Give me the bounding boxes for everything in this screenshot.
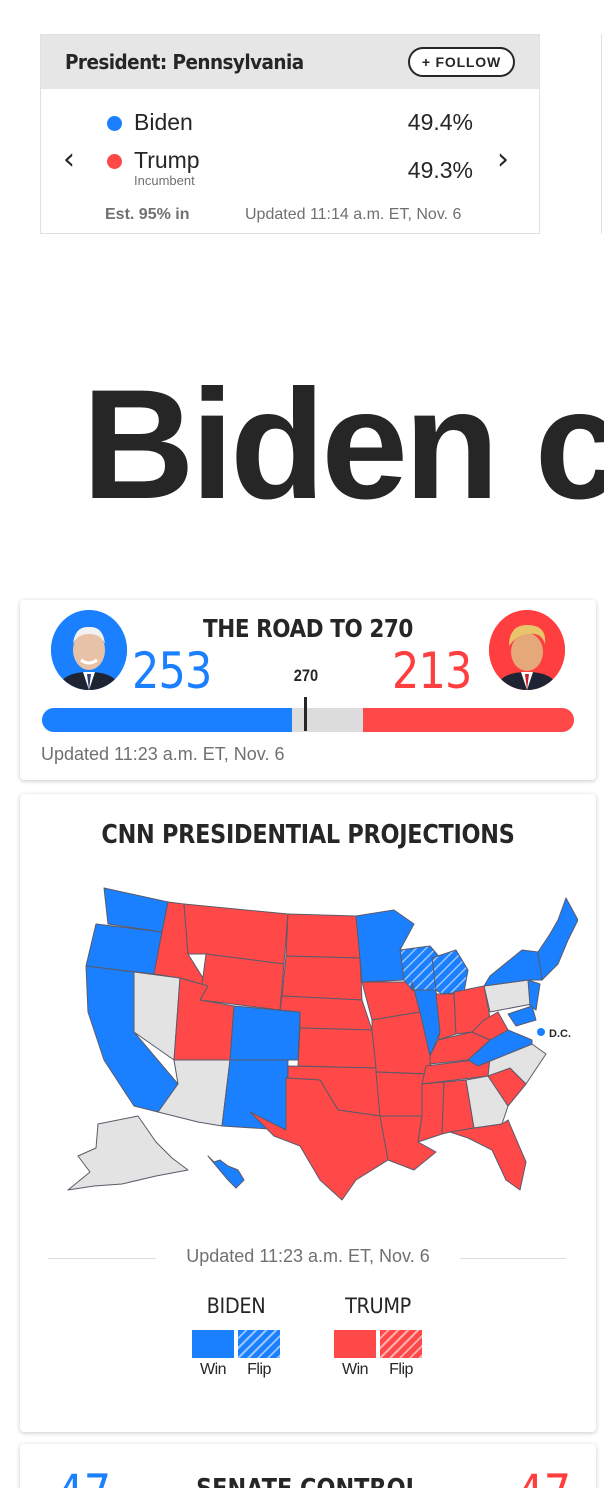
candidate-name: Trump — [134, 147, 200, 173]
candidate-percent: 49.4% — [407, 109, 473, 135]
legend-trump-name: TRUMP — [345, 1294, 411, 1318]
biden-electoral-votes: 253 — [132, 642, 212, 700]
candidate-percent: 49.3% — [407, 157, 473, 183]
follow-button[interactable]: + FOLLOW — [407, 47, 515, 77]
estimated-reporting: Est. 95% in — [105, 206, 190, 223]
senate-rep-seats: 47 — [516, 1464, 571, 1488]
projections-title: CNN PRESIDENTIAL PROJECTIONS — [101, 820, 515, 850]
state-results-body: ‹ › Biden 49.4% Trump Incumbent 49.3% Es… — [41, 89, 539, 233]
candidate-dot-icon — [107, 116, 122, 131]
dc-label: D.C. — [549, 1028, 571, 1040]
trump-avatar — [489, 610, 565, 690]
trump-win-label: Win — [341, 1361, 369, 1378]
biden-flip-label: Flip — [247, 1361, 271, 1378]
legend-trump: TRUMP Win Flip — [332, 1294, 424, 1379]
senate-control-title: SENATE CONTROL — [60, 1474, 555, 1488]
road-to-270-title: THE ROAD TO 270 — [203, 614, 413, 643]
map-updated-time: Updated 11:23 a.m. ET, Nov. 6 — [186, 1246, 430, 1266]
biden-flip-swatch — [238, 1330, 280, 1358]
road-to-270-card[interactable]: THE ROAD TO 270 253 270 213 Updated 11:2… — [20, 600, 596, 780]
trump-electoral-votes: 213 — [392, 642, 472, 700]
legend-biden: BIDEN Win Flip — [190, 1294, 282, 1379]
state-sd — [281, 955, 363, 1001]
chevron-right-icon[interactable]: › — [497, 145, 509, 175]
state-hi — [207, 1155, 245, 1189]
state-or — [85, 923, 163, 975]
candidate-row-trump: Trump Incumbent 49.3% — [107, 147, 473, 188]
biden-win-label: Win — [199, 1361, 227, 1378]
road-updated-time: Updated 11:23 a.m. ET, Nov. 6 — [41, 744, 285, 764]
trump-flip-swatch — [380, 1330, 422, 1358]
state-new-england — [537, 897, 578, 981]
legend-biden-name: BIDEN — [206, 1294, 266, 1318]
state-nj — [527, 979, 541, 1011]
candidate-dot-icon — [107, 154, 122, 169]
trump-progress-fill — [363, 708, 574, 732]
state-results-footer: Est. 95% in Updated 11:14 a.m. ET, Nov. … — [105, 206, 461, 224]
candidate-name: Biden — [134, 109, 193, 135]
270-marker — [304, 697, 307, 731]
page-headline[interactable]: Biden c — [82, 352, 604, 539]
state-results-title: President: Pennsylvania — [65, 50, 304, 74]
us-electoral-map[interactable]: D.C. — [38, 880, 578, 1210]
dc-marker — [537, 1028, 545, 1036]
electoral-progress-bar — [42, 708, 574, 732]
state-results-widget: President: Pennsylvania + FOLLOW ‹ › Bid… — [40, 34, 540, 234]
trump-flip-label: Flip — [389, 1361, 413, 1378]
state-ks — [297, 1027, 377, 1069]
biden-win-swatch — [192, 1330, 234, 1358]
state-mi — [431, 949, 469, 995]
state-ny — [483, 949, 543, 987]
state-wy — [199, 953, 285, 1011]
projections-map-card[interactable]: CNN PRESIDENTIAL PROJECTIONS D.C. Update… — [20, 794, 596, 1432]
electoral-target: 270 — [293, 666, 319, 685]
senate-control-card[interactable]: 47 SENATE CONTROL 47 — [20, 1444, 596, 1488]
state-ms — [417, 1081, 445, 1143]
state-nm — [221, 1059, 289, 1131]
state-results-header: President: Pennsylvania + FOLLOW — [41, 35, 539, 89]
state-ar — [375, 1071, 427, 1117]
state-mt — [183, 903, 289, 965]
candidate-row-biden: Biden 49.4% — [107, 109, 473, 136]
state-md-de — [507, 1005, 537, 1027]
state-updated-time: Updated 11:14 a.m. ET, Nov. 6 — [245, 206, 462, 223]
trump-win-swatch — [334, 1330, 376, 1358]
biden-progress-fill — [42, 708, 292, 732]
state-nd — [285, 913, 361, 959]
state-wa — [103, 887, 169, 933]
chevron-left-icon[interactable]: ‹ — [63, 145, 75, 175]
incumbent-label: Incumbent — [134, 173, 195, 188]
state-co — [229, 1005, 301, 1061]
state-ak — [67, 1115, 189, 1191]
state-fl — [449, 1119, 527, 1191]
